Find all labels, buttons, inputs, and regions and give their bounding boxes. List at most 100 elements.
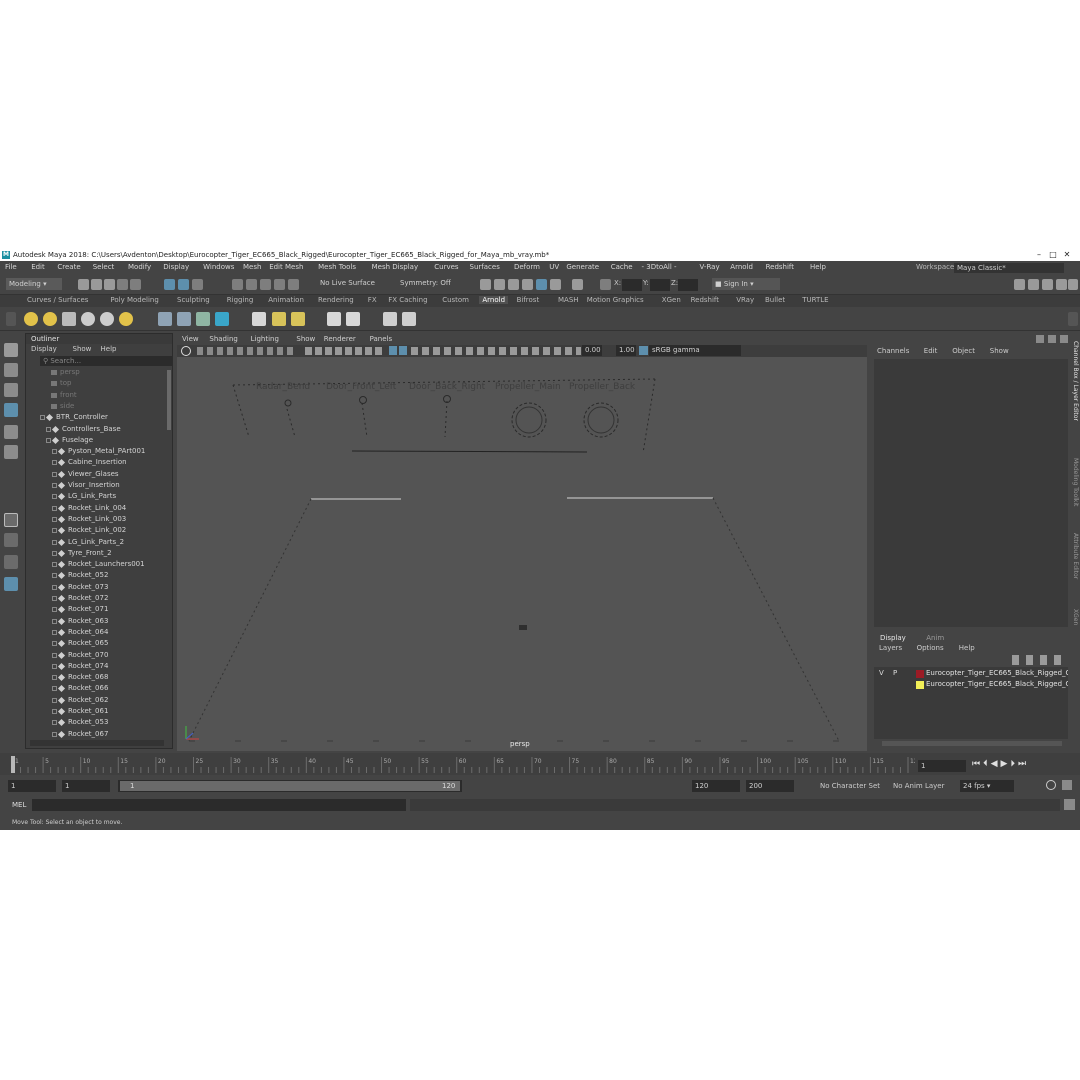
snap-view-icon[interactable]	[274, 279, 285, 290]
maximize-icon[interactable]: □	[1046, 249, 1060, 261]
menu-mesh-tools[interactable]: Mesh Tools	[318, 261, 356, 273]
paint-select-icon[interactable]	[4, 383, 18, 397]
range-slider-handle[interactable]: 1 120	[120, 781, 460, 791]
menu-redshift[interactable]: Redshift	[766, 261, 794, 273]
snap-surface-icon[interactable]	[288, 279, 299, 290]
shelf-scroll-icon[interactable]	[1068, 312, 1078, 326]
render-view-shelf-icon[interactable]	[383, 312, 397, 326]
render-view-icon[interactable]	[480, 279, 491, 290]
physical-sky-icon[interactable]	[100, 312, 114, 326]
outliner-item[interactable]: Rocket_065	[26, 638, 166, 649]
viewport-menu-view[interactable]: View	[182, 335, 199, 343]
expand-toggle-icon[interactable]	[46, 437, 51, 443]
volume-icon[interactable]	[196, 312, 210, 326]
uv-checker-icon[interactable]	[327, 312, 341, 326]
persp-outliner-icon[interactable]	[4, 555, 18, 569]
menu-help[interactable]: Help	[810, 261, 826, 273]
select-component-icon[interactable]	[192, 279, 203, 290]
open-scene-icon[interactable]	[91, 279, 102, 290]
snap-point-icon[interactable]	[260, 279, 271, 290]
layer-playback-toggle[interactable]: P	[893, 669, 897, 677]
radar-bend-control[interactable]	[284, 399, 292, 407]
area-light-icon[interactable]	[24, 312, 38, 326]
shadow-catcher-icon[interactable]	[346, 312, 360, 326]
shelf-tab-xgen[interactable]: XGen	[662, 296, 681, 304]
layer-color-swatch[interactable]	[916, 681, 924, 689]
end-time-field[interactable]: 200	[746, 780, 794, 792]
menu-select[interactable]: Select	[93, 261, 115, 273]
fps-dropdown[interactable]: 24 fps ▾	[960, 780, 1014, 792]
outliner-item[interactable]: LG_Link_Parts	[26, 491, 166, 502]
modeling-toolkit-icon[interactable]	[1014, 279, 1025, 290]
outliner-item[interactable]: Rocket_052	[26, 570, 166, 581]
outliner-item[interactable]: Rocket_Link_003	[26, 514, 166, 525]
menu-edit[interactable]: Edit	[31, 261, 45, 273]
lasso-tool-icon[interactable]	[4, 363, 18, 377]
layer-color-swatch[interactable]	[916, 670, 924, 678]
gamma-field[interactable]: 1.00	[616, 345, 636, 356]
side-tab-xgen[interactable]: XGen	[1072, 609, 1079, 625]
playback-start-field[interactable]: 1	[62, 780, 110, 792]
layer-h-scrollbar[interactable]	[882, 741, 1062, 746]
menu-surfaces[interactable]: Surfaces	[470, 261, 500, 273]
outliner-item[interactable]: Rocket_071	[26, 604, 166, 615]
propeller-main-control[interactable]	[511, 402, 547, 438]
skydome-light-icon[interactable]	[81, 312, 95, 326]
menu-3dtoall[interactable]: - 3DtoAll -	[642, 261, 677, 273]
layer-tab-anim[interactable]: Anim	[926, 634, 944, 642]
close-icon[interactable]: ✕	[1060, 249, 1074, 261]
snap-grid-icon[interactable]	[232, 279, 243, 290]
four-view-icon[interactable]	[4, 533, 18, 547]
outliner-item[interactable]: BTR_Controller	[26, 412, 166, 423]
shelf-tab-motion-graphics[interactable]: Motion Graphics	[587, 296, 644, 304]
menu-display[interactable]: Display	[163, 261, 189, 273]
redo-icon[interactable]	[130, 279, 141, 290]
x-field[interactable]	[622, 279, 642, 291]
layer-menu-layers[interactable]: Layers	[879, 644, 902, 652]
select-tool-icon[interactable]	[4, 343, 18, 357]
outliner-item[interactable]: Rocket_Launchers001	[26, 559, 166, 570]
outliner-camera-side[interactable]: side	[26, 401, 166, 412]
viewport-menu-show[interactable]: Show	[296, 335, 315, 343]
channel-box-icon[interactable]	[1056, 279, 1067, 290]
live-surface-label[interactable]: No Live Surface	[320, 279, 375, 287]
move-tool-icon[interactable]	[4, 403, 18, 417]
camera-attributes-icon[interactable]	[181, 346, 191, 356]
propeller-back-control[interactable]	[583, 402, 619, 438]
outliner-camera-top[interactable]: top	[26, 378, 166, 389]
expand-toggle-icon[interactable]	[40, 415, 45, 421]
wireframe-on-shaded-icon[interactable]	[389, 346, 397, 355]
channel-box-body[interactable]	[874, 359, 1068, 627]
current-frame-field[interactable]: 1	[918, 760, 966, 772]
display-mode-icons[interactable]	[305, 347, 385, 355]
y-field[interactable]	[650, 279, 670, 291]
viewport-menu-panels[interactable]: Panels	[370, 335, 393, 343]
auto-key-icon[interactable]	[1046, 780, 1056, 790]
door-front-left-control[interactable]	[359, 396, 367, 404]
outliner-item[interactable]: Rocket_070	[26, 650, 166, 661]
side-tab-channel-box-layer-editor[interactable]: Channel Box / Layer Editor	[1072, 341, 1079, 421]
mode-dropdown[interactable]: Modeling ▾	[6, 278, 62, 290]
outliner-item[interactable]: LG_Link_Parts_2	[26, 537, 166, 548]
outliner-item[interactable]: Rocket_Link_002	[26, 525, 166, 536]
outliner-item[interactable]: Tyre_Front_2	[26, 548, 166, 559]
shelf-tab-custom[interactable]: Custom	[442, 296, 469, 304]
new-scene-icon[interactable]	[78, 279, 89, 290]
channel-box-option-icon[interactable]	[1036, 335, 1044, 343]
outliner-camera-persp[interactable]: persp	[26, 367, 166, 378]
outliner-item[interactable]: Rocket_063	[26, 616, 166, 627]
z-field[interactable]	[678, 279, 698, 291]
render-frame-icon[interactable]	[494, 279, 505, 290]
menu-windows[interactable]: Windows	[203, 261, 234, 273]
menu-v-ray[interactable]: V-Ray	[700, 261, 720, 273]
checker-flat-icon[interactable]	[252, 312, 266, 326]
time-slider[interactable]: 1 5 10 15 20 25 30 35 40 45 50 55 60 65 70 75 80 85 90 95 10…	[0, 753, 1080, 775]
outliner-item[interactable]: Rocket_064	[26, 627, 166, 638]
menu-mesh-display[interactable]: Mesh Display	[372, 261, 418, 273]
shelf-options-icon[interactable]	[6, 312, 16, 326]
outliner-item[interactable]: Fuselage	[26, 435, 166, 446]
minimize-icon[interactable]: –	[1032, 249, 1046, 261]
menu-create[interactable]: Create	[57, 261, 80, 273]
viewport-options-icons[interactable]	[411, 347, 581, 355]
mesh-light-icon[interactable]	[43, 312, 57, 326]
